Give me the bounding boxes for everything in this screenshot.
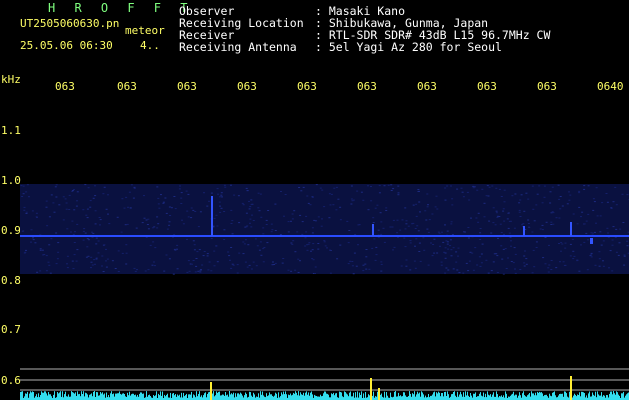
meta-label-antenna: Receiving Antenna [179, 40, 297, 54]
meteor-ping [590, 238, 593, 244]
time-tick: 063 [537, 80, 557, 93]
time-tick: 063 [237, 80, 257, 93]
meteor-ping [372, 224, 374, 236]
date-time: 25.05.06 06:30 [20, 39, 113, 52]
meteor-ping [211, 196, 213, 236]
mode-label: meteor [125, 24, 165, 37]
time-tick: 0640 [597, 80, 624, 93]
time-tick: 063 [55, 80, 75, 93]
meteor-ping [570, 222, 572, 236]
freq-tick: 1.1 [1, 124, 21, 137]
meteor-count: 4.. [140, 39, 160, 52]
time-tick: 063 [357, 80, 377, 93]
amplitude-spike [210, 382, 212, 400]
app-title: H R O F F T [48, 1, 194, 15]
freq-tick: 1.0 [1, 174, 21, 187]
amplitude-spike [370, 378, 372, 400]
amplitude-spike [570, 376, 572, 400]
freq-tick: 0.9 [1, 224, 21, 237]
amplitude-trace [20, 391, 629, 400]
frequency-unit-label: kHz [1, 73, 21, 86]
amplitude-spike [378, 388, 380, 400]
meta-value-antenna: : 5el Yagi Az 280 for Seoul [315, 40, 502, 54]
carrier-line [20, 235, 629, 237]
time-tick: 063 [477, 80, 497, 93]
freq-tick: 0.8 [1, 274, 21, 287]
freq-tick: 0.6 [1, 374, 21, 387]
time-tick: 063 [417, 80, 437, 93]
spectrogram [20, 184, 629, 400]
file-name: UT2505060630.pn [20, 17, 120, 30]
meteor-ping [523, 226, 525, 236]
time-tick: 063 [117, 80, 137, 93]
time-tick: 063 [297, 80, 317, 93]
noise-band [20, 184, 629, 274]
freq-tick: 0.7 [1, 323, 21, 336]
time-tick: 063 [177, 80, 197, 93]
